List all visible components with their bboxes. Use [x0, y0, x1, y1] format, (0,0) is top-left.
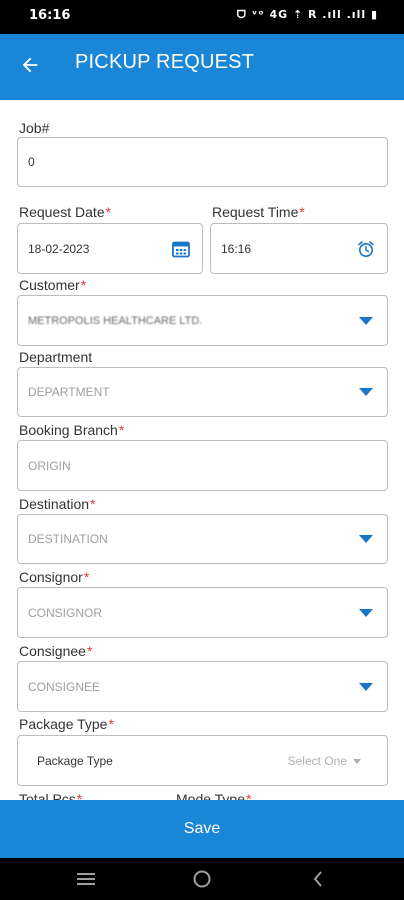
customer-value: METROPOLIS HEALTHCARE LTD. [28, 314, 203, 327]
required-mark: * [86, 643, 93, 659]
booking-branch-field[interactable]: ORIGIN [17, 440, 388, 491]
package-type-label-text: Package Type [19, 716, 108, 732]
system-nav-bar [0, 858, 404, 900]
request-time-value: 16:16 [221, 241, 252, 256]
consignor-placeholder: CONSIGNOR [28, 605, 103, 620]
request-time-field[interactable]: 16:16 [210, 223, 388, 274]
status-indicators: ᗜ ᵛᵒ 4G ⇡ R .ıll .ıll ▮ [236, 8, 378, 21]
job-label-text: Job# [19, 120, 50, 136]
request-date-value: 18-02-2023 [28, 241, 90, 256]
required-mark: * [118, 422, 125, 438]
consignee-label-text: Consignee [19, 643, 86, 659]
request-date-label-text: Request Date [19, 204, 105, 220]
job-field[interactable]: 0 [17, 137, 388, 187]
back-button[interactable] [14, 49, 46, 81]
required-mark: * [108, 716, 114, 732]
required-mark: * [90, 496, 96, 512]
home-button[interactable] [191, 868, 213, 890]
consignor-label-text: Consignor [19, 569, 83, 585]
destination-label: Destination* [19, 496, 96, 512]
required-mark: * [105, 204, 112, 220]
recent-apps-button[interactable] [75, 868, 97, 890]
booking-branch-label-text: Booking Branch [19, 422, 118, 438]
customer-label: Customer* [19, 277, 86, 293]
request-time-label: Request Time* [212, 204, 305, 220]
mode-type-label-text: Mode Type [176, 791, 246, 800]
alarm-clock-icon[interactable] [357, 240, 375, 258]
home-circle-icon [193, 870, 211, 888]
package-type-select-text: Select One [287, 753, 347, 768]
package-type-inner-label: Package Type [37, 753, 113, 768]
pickup-form: Job# 0 Request Date* 18-02-2023 Request … [0, 100, 404, 800]
department-placeholder: DEPARTMENT [28, 385, 110, 399]
total-pcs-label-text: Total Pcs [19, 791, 76, 800]
job-value: 0 [28, 155, 35, 169]
required-mark: * [76, 791, 83, 800]
booking-branch-placeholder: ORIGIN [28, 458, 71, 473]
chevron-down-icon [353, 758, 361, 764]
required-mark: * [299, 204, 305, 220]
consignee-placeholder: CONSIGNEE [28, 679, 101, 694]
consignor-label: Consignor* [19, 569, 89, 585]
dropdown-arrow-icon [359, 316, 373, 325]
consignee-label: Consignee* [19, 643, 92, 659]
dropdown-arrow-icon [359, 608, 373, 617]
consignor-dropdown[interactable]: CONSIGNOR [17, 587, 388, 638]
customer-dropdown[interactable]: METROPOLIS HEALTHCARE LTD. [17, 295, 388, 346]
total-pcs-label: Total Pcs* [19, 791, 82, 800]
dropdown-arrow-icon [359, 388, 373, 396]
request-date-field[interactable]: 18-02-2023 [17, 223, 203, 274]
request-time-label-text: Request Time [212, 204, 299, 220]
dropdown-arrow-icon [359, 535, 373, 543]
save-button[interactable]: Save [0, 800, 404, 858]
back-nav-button[interactable] [307, 868, 329, 890]
destination-placeholder: DESTINATION [28, 532, 108, 546]
calendar-icon[interactable] [172, 240, 190, 257]
destination-label-text: Destination [19, 496, 90, 512]
save-button-label: Save [183, 820, 221, 837]
package-type-spinner[interactable]: Package Type Select One [17, 735, 388, 786]
department-dropdown[interactable]: DEPARTMENT [17, 367, 388, 417]
chevron-left-icon [313, 871, 322, 887]
dropdown-arrow-icon [359, 682, 373, 691]
arrow-left-icon [22, 57, 38, 73]
destination-dropdown[interactable]: DESTINATION [17, 514, 388, 564]
job-label: Job# [19, 120, 49, 136]
status-time: 16:16 [29, 8, 71, 23]
request-date-label: Request Date* [19, 204, 111, 220]
page-title: PICKUP REQUEST [75, 51, 255, 73]
required-mark: * [246, 791, 252, 800]
required-mark: * [80, 277, 87, 293]
customer-label-text: Customer [19, 277, 80, 293]
menu-icon [77, 873, 95, 885]
department-label: Department [19, 349, 92, 365]
department-label-text: Department [19, 349, 93, 365]
status-bar: 16:16 ᗜ ᵛᵒ 4G ⇡ R .ıll .ıll ▮ [0, 0, 404, 34]
booking-branch-label: Booking Branch* [19, 422, 124, 438]
package-type-label: Package Type* [19, 716, 114, 732]
consignee-dropdown[interactable]: CONSIGNEE [17, 661, 388, 712]
mode-type-label: Mode Type* [176, 791, 251, 800]
package-type-select[interactable]: Select One [288, 754, 361, 768]
required-mark: * [83, 569, 90, 585]
app-bar: PICKUP REQUEST [0, 34, 404, 100]
